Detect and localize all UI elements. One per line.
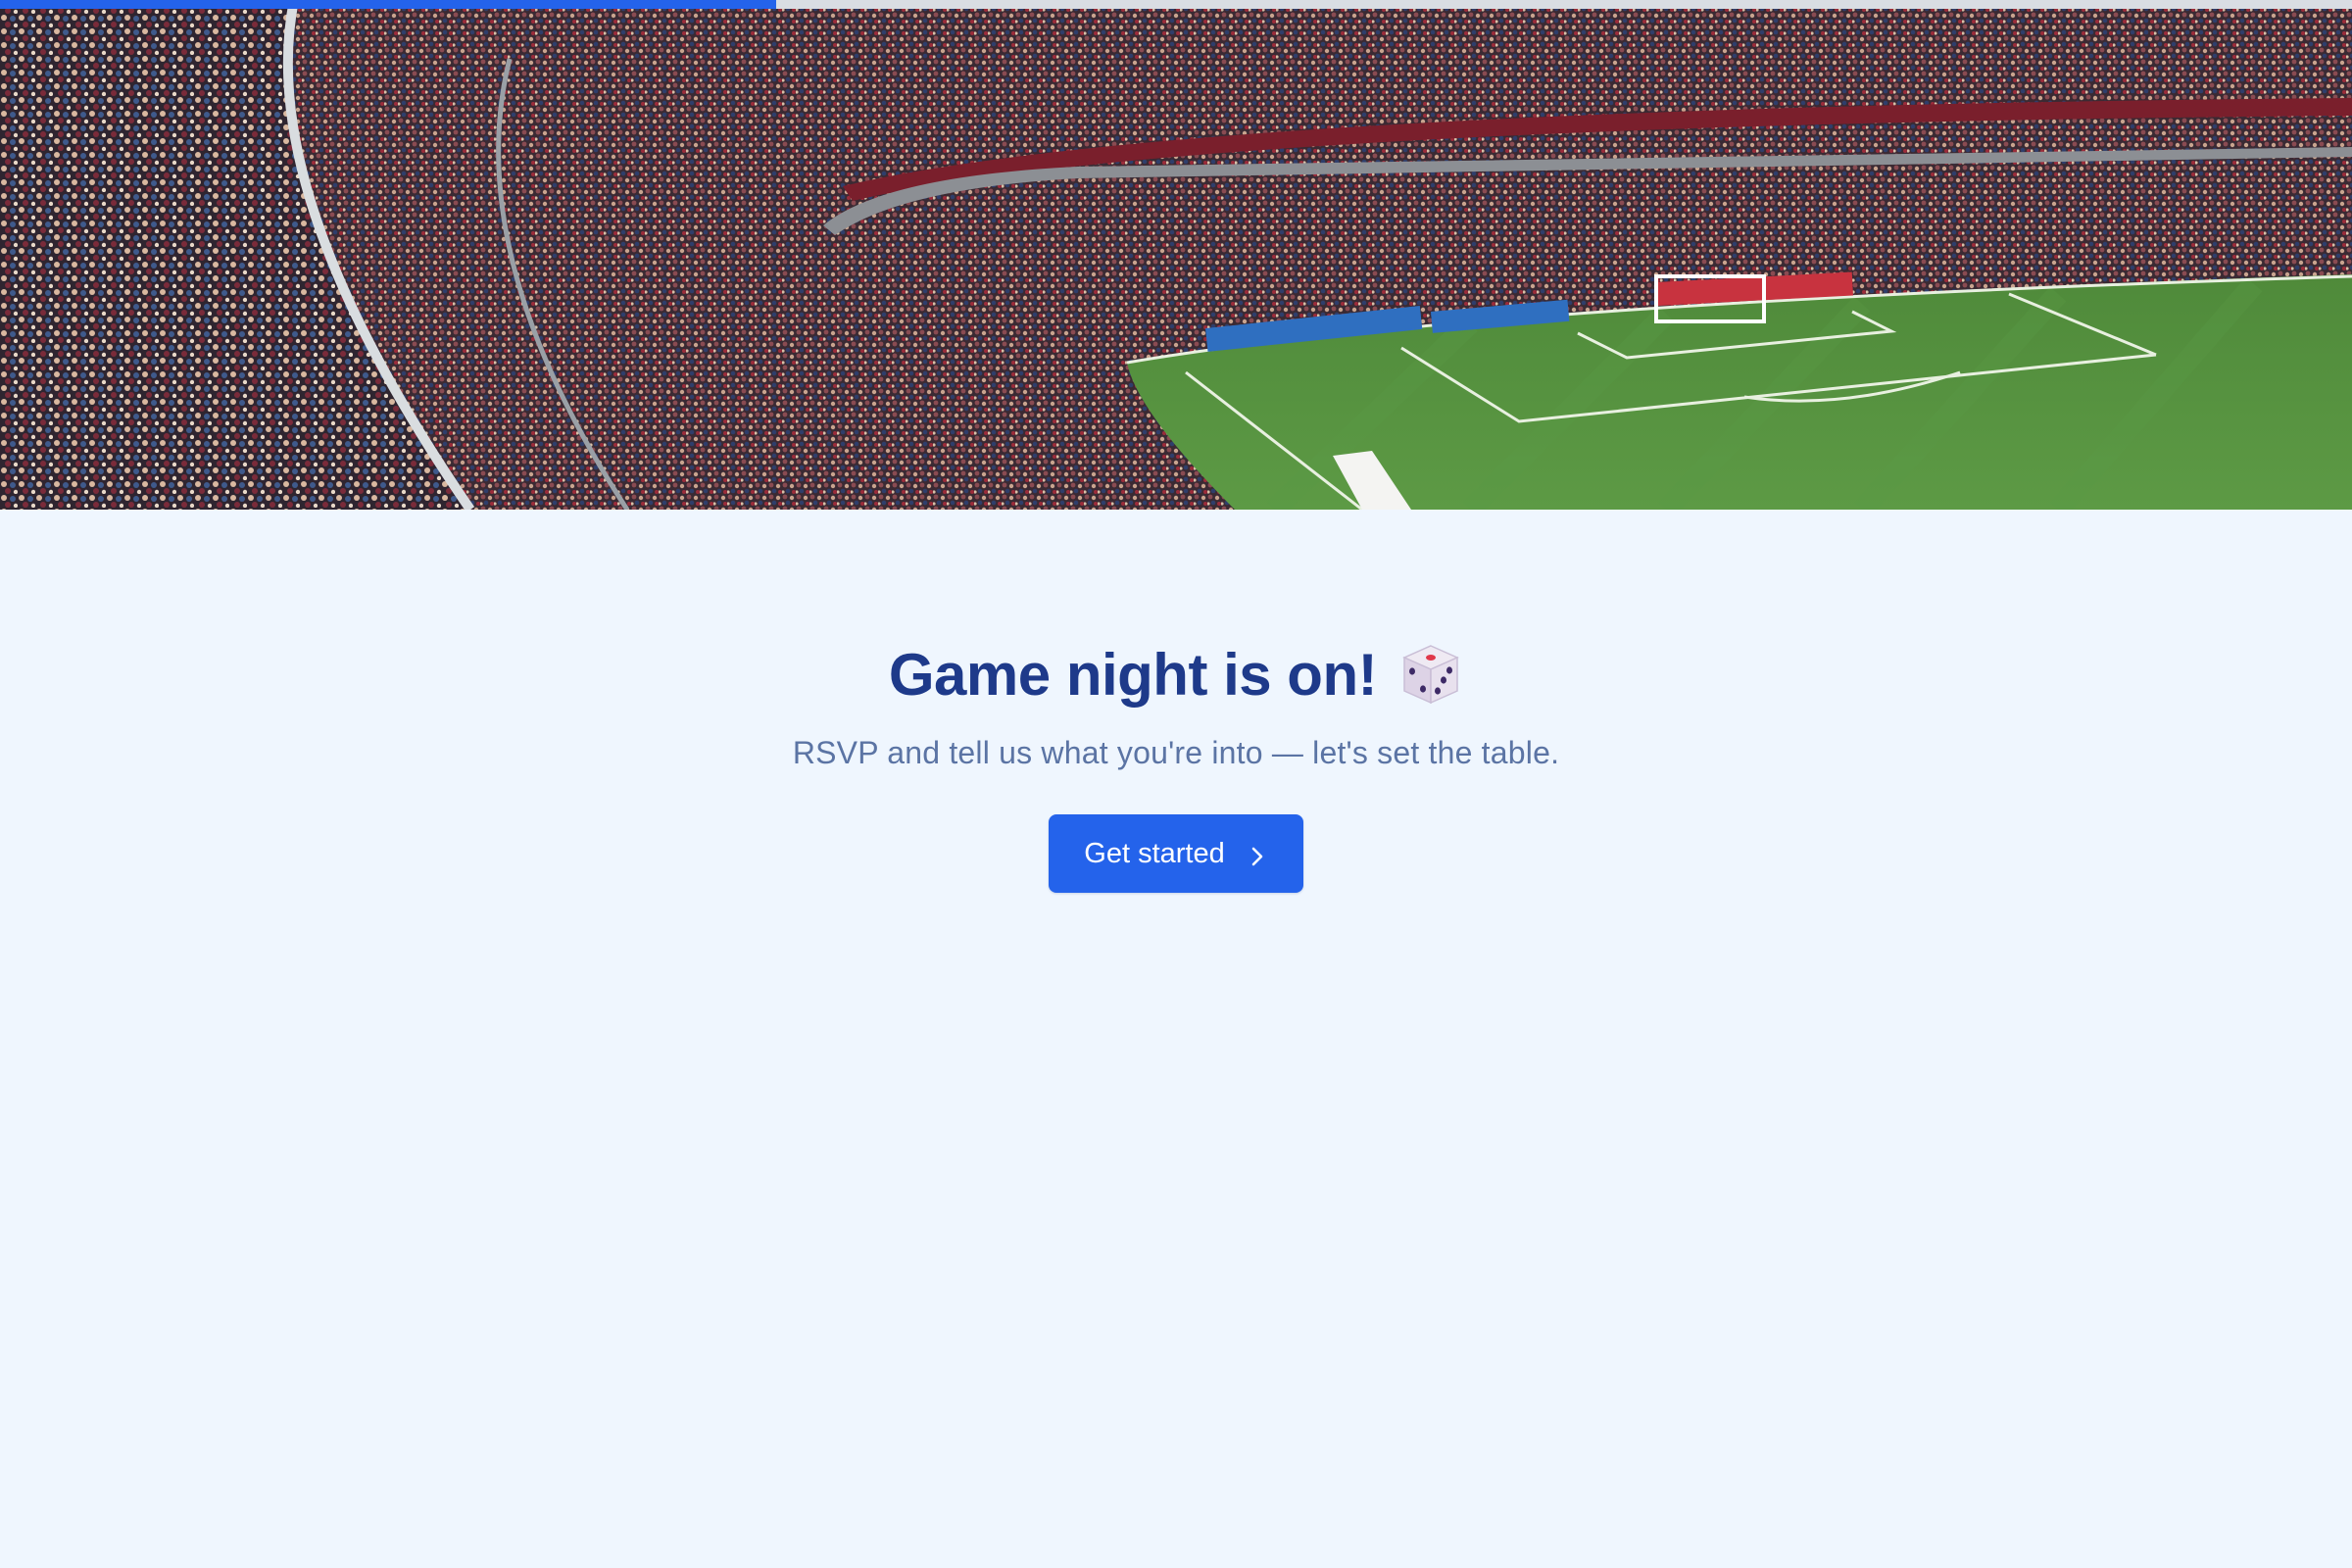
hero-stadium-image [0, 0, 2352, 510]
page-subtitle: RSVP and tell us what you're into — let'… [792, 735, 1560, 770]
title-row: Game night is on! [0, 635, 2352, 713]
progress-bar [0, 0, 2352, 9]
chevron-right-icon [1247, 843, 1268, 866]
dice-icon [1398, 642, 1463, 707]
get-started-button[interactable]: Get started [1049, 814, 1303, 893]
page-title: Game night is on! [888, 641, 1378, 708]
progress-fill [0, 0, 776, 9]
main-content: Game night is on! RSVP and tell us what … [0, 510, 2352, 893]
get-started-label: Get started [1084, 837, 1225, 869]
page: Game night is on! RSVP and tell us what … [0, 0, 2352, 1568]
